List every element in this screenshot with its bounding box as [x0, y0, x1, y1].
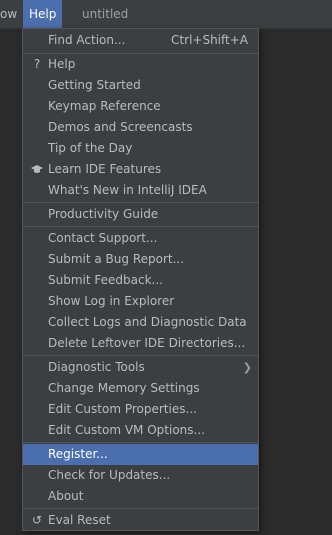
shortcut-label: Ctrl+Shift+A [171, 33, 248, 47]
menu-item-label: Register... [48, 447, 108, 461]
menu-item-submit-bug[interactable]: Submit a Bug Report... [23, 249, 258, 270]
menu-item-eval-reset[interactable]: ↺ Eval Reset [23, 510, 258, 531]
help-dropdown-menu: Find Action... Ctrl+Shift+A ? Help Getti… [22, 28, 259, 531]
graduation-cap-icon [30, 159, 44, 180]
menu-item-learn-ide[interactable]: Learn IDE Features [23, 159, 258, 180]
menu-item-label: Keymap Reference [48, 99, 161, 113]
menu-window[interactable]: ow [0, 0, 17, 28]
menu-separator [23, 442, 258, 443]
menu-item-keymap-reference[interactable]: Keymap Reference [23, 96, 258, 117]
menu-item-getting-started[interactable]: Getting Started [23, 75, 258, 96]
menu-item-label: Edit Custom Properties... [48, 402, 197, 416]
menu-item-submit-feedback[interactable]: Submit Feedback... [23, 270, 258, 291]
menu-item-label: Edit Custom VM Options... [48, 423, 205, 437]
menu-item-label: Learn IDE Features [48, 162, 162, 176]
menu-item-label: Submit a Bug Report... [48, 252, 185, 266]
menu-item-about[interactable]: About [23, 486, 258, 507]
menu-bar: ow Help untitled [0, 0, 332, 29]
menu-separator [23, 355, 258, 356]
menu-item-label: Help [48, 57, 76, 71]
menu-item-delete-leftover[interactable]: Delete Leftover IDE Directories... [23, 333, 258, 354]
chevron-right-icon: ❯ [242, 361, 252, 374]
menu-item-label: Submit Feedback... [48, 273, 163, 287]
menu-separator [23, 202, 258, 203]
menu-item-label: Check for Updates... [48, 468, 171, 482]
menu-item-label: Find Action... [48, 33, 126, 47]
project-title: untitled [82, 7, 129, 21]
menu-item-label: Tip of the Day [48, 141, 133, 155]
menu-item-label: What's New in IntelliJ IDEA [48, 183, 207, 197]
menu-item-collect-logs[interactable]: Collect Logs and Diagnostic Data [23, 312, 258, 333]
menu-item-label: Diagnostic Tools [48, 360, 145, 374]
menu-item-diagnostic-tools[interactable]: Diagnostic Tools ❯ [23, 357, 258, 378]
menu-item-label: Eval Reset [48, 513, 111, 527]
menu-item-help[interactable]: ? Help [23, 54, 258, 75]
menu-separator [23, 508, 258, 509]
menu-item-find-action[interactable]: Find Action... Ctrl+Shift+A [23, 30, 258, 51]
menu-separator [23, 226, 258, 227]
undo-icon: ↺ [31, 513, 43, 527]
menu-item-whats-new[interactable]: What's New in IntelliJ IDEA [23, 180, 258, 201]
menu-help[interactable]: Help [23, 0, 63, 28]
menu-item-label: Collect Logs and Diagnostic Data [48, 315, 247, 329]
menu-item-edit-properties[interactable]: Edit Custom Properties... [23, 399, 258, 420]
menu-item-demos[interactable]: Demos and Screencasts [23, 117, 258, 138]
menu-item-label: Change Memory Settings [48, 381, 200, 395]
question-icon: ? [33, 57, 41, 71]
menu-item-label: About [48, 489, 84, 503]
menu-item-register[interactable]: Register... [23, 444, 258, 465]
menu-item-label: Getting Started [48, 78, 141, 92]
menu-item-change-memory[interactable]: Change Memory Settings [23, 378, 258, 399]
menu-item-label: Demos and Screencasts [48, 120, 193, 134]
menu-item-check-updates[interactable]: Check for Updates... [23, 465, 258, 486]
menu-item-label: Productivity Guide [48, 207, 159, 221]
menu-item-tip-of-day[interactable]: Tip of the Day [23, 138, 258, 159]
menu-item-label: Delete Leftover IDE Directories... [48, 336, 246, 350]
menu-item-label: Contact Support... [48, 231, 158, 245]
menu-item-label: Show Log in Explorer [48, 294, 175, 308]
menu-item-contact-support[interactable]: Contact Support... [23, 228, 258, 249]
menu-item-show-log[interactable]: Show Log in Explorer [23, 291, 258, 312]
menu-item-edit-vm-options[interactable]: Edit Custom VM Options... [23, 420, 258, 441]
menu-item-productivity-guide[interactable]: Productivity Guide [23, 204, 258, 225]
